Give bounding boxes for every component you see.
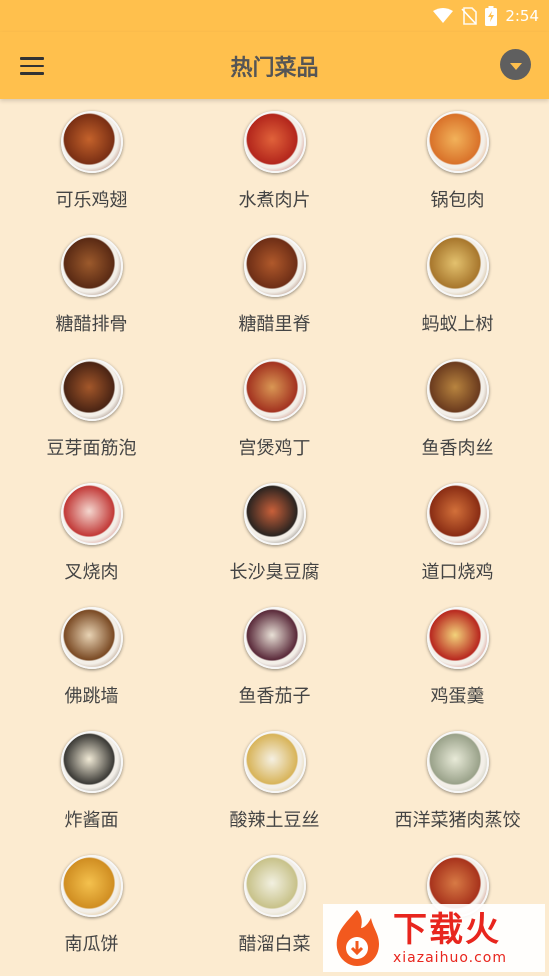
dish-label: 酸辣土豆丝 (229, 810, 320, 831)
dish-label: 鱼香茄子 (238, 686, 311, 707)
status-icons: 2:54 (433, 5, 539, 27)
dish-label: 鸡蛋羹 (430, 686, 485, 707)
dish-image (60, 235, 123, 297)
status-time: 2:54 (505, 7, 539, 25)
battery-charging-icon (485, 6, 498, 26)
dish-image (426, 111, 489, 173)
dish-label: 可乐鸡翅 (55, 190, 128, 211)
dish-label: 豆芽面筋泡 (46, 438, 137, 459)
dish-image (243, 111, 306, 173)
dish-image (426, 483, 489, 545)
dish-item[interactable]: 鱼香茄子 (183, 604, 366, 728)
dish-item[interactable]: 西洋菜猪肉蒸饺 (366, 728, 549, 852)
dish-label: 道口烧鸡 (421, 562, 494, 583)
dish-image (243, 359, 306, 421)
watermark-title: 下载火 (393, 910, 501, 950)
dish-label: 叉烧肉 (64, 562, 119, 583)
dish-grid: 可乐鸡翅 水煮肉片 锅包肉糖醋排骨 糖醋里脊 蚂蚁上树豆芽面筋泡 宫煲鸡丁 鱼香肉丝叉烧肉 长… (0, 108, 549, 976)
dish-image (426, 359, 489, 421)
dish-item[interactable]: 佛跳墙 (0, 604, 183, 728)
dish-image (60, 111, 123, 173)
watermark: 下载火 xiazaihuo.com (323, 904, 545, 972)
dish-image (243, 731, 306, 793)
no-sim-icon (461, 7, 478, 25)
dish-label: 炸酱面 (64, 810, 119, 831)
dish-item[interactable]: 叉烧肉 (0, 480, 183, 604)
flame-logo-icon (327, 908, 387, 968)
dish-label: 长沙臭豆腐 (229, 562, 320, 583)
dish-item[interactable]: 水煮肉片 (183, 108, 366, 232)
dish-image (243, 607, 306, 669)
dish-image (60, 483, 123, 545)
dish-item[interactable]: 糖醋里脊 (183, 232, 366, 356)
wifi-icon (433, 8, 454, 23)
dish-item[interactable]: 道口烧鸡 (366, 480, 549, 604)
dish-label: 南瓜饼 (64, 934, 119, 955)
dish-image (426, 731, 489, 793)
dish-item[interactable]: 可乐鸡翅 (0, 108, 183, 232)
app-bar: 热门菜品 (0, 32, 549, 99)
dish-item[interactable]: 蚂蚁上树 (366, 232, 549, 356)
dish-item[interactable]: 长沙臭豆腐 (183, 480, 366, 604)
dropdown-button[interactable] (500, 49, 531, 80)
dish-image (426, 235, 489, 297)
status-bar: 2:54 (0, 0, 549, 32)
dish-item[interactable]: 豆芽面筋泡 (0, 356, 183, 480)
dish-image (60, 359, 123, 421)
dish-image (60, 607, 123, 669)
dish-image (426, 607, 489, 669)
dish-label: 佛跳墙 (64, 686, 119, 707)
dish-image (243, 855, 306, 917)
dish-label: 鱼香肉丝 (421, 438, 494, 459)
dish-item[interactable]: 锅包肉 (366, 108, 549, 232)
dish-image (60, 855, 123, 917)
chevron-down-icon (509, 62, 522, 70)
dish-label: 西洋菜猪肉蒸饺 (394, 810, 521, 831)
dish-item[interactable]: 炸酱面 (0, 728, 183, 852)
dish-item[interactable]: 酸辣土豆丝 (183, 728, 366, 852)
dish-image (60, 731, 123, 793)
dish-label: 醋溜白菜 (238, 934, 311, 955)
dish-label: 糖醋排骨 (55, 314, 128, 335)
dish-item[interactable]: 糖醋排骨 (0, 232, 183, 356)
dish-image (243, 483, 306, 545)
dish-label: 锅包肉 (430, 190, 485, 211)
dish-label: 水煮肉片 (238, 190, 311, 211)
dish-item[interactable]: 南瓜饼 (0, 852, 183, 976)
dish-item[interactable]: 鸡蛋羹 (366, 604, 549, 728)
watermark-url: xiazaihuo.com (393, 950, 507, 966)
dish-image (243, 235, 306, 297)
dish-label: 宫煲鸡丁 (238, 438, 311, 459)
dish-label: 蚂蚁上树 (421, 314, 494, 335)
dish-item[interactable]: 鱼香肉丝 (366, 356, 549, 480)
page-title: 热门菜品 (230, 56, 319, 81)
dish-item[interactable]: 宫煲鸡丁 (183, 356, 366, 480)
dish-label: 糖醋里脊 (238, 314, 311, 335)
